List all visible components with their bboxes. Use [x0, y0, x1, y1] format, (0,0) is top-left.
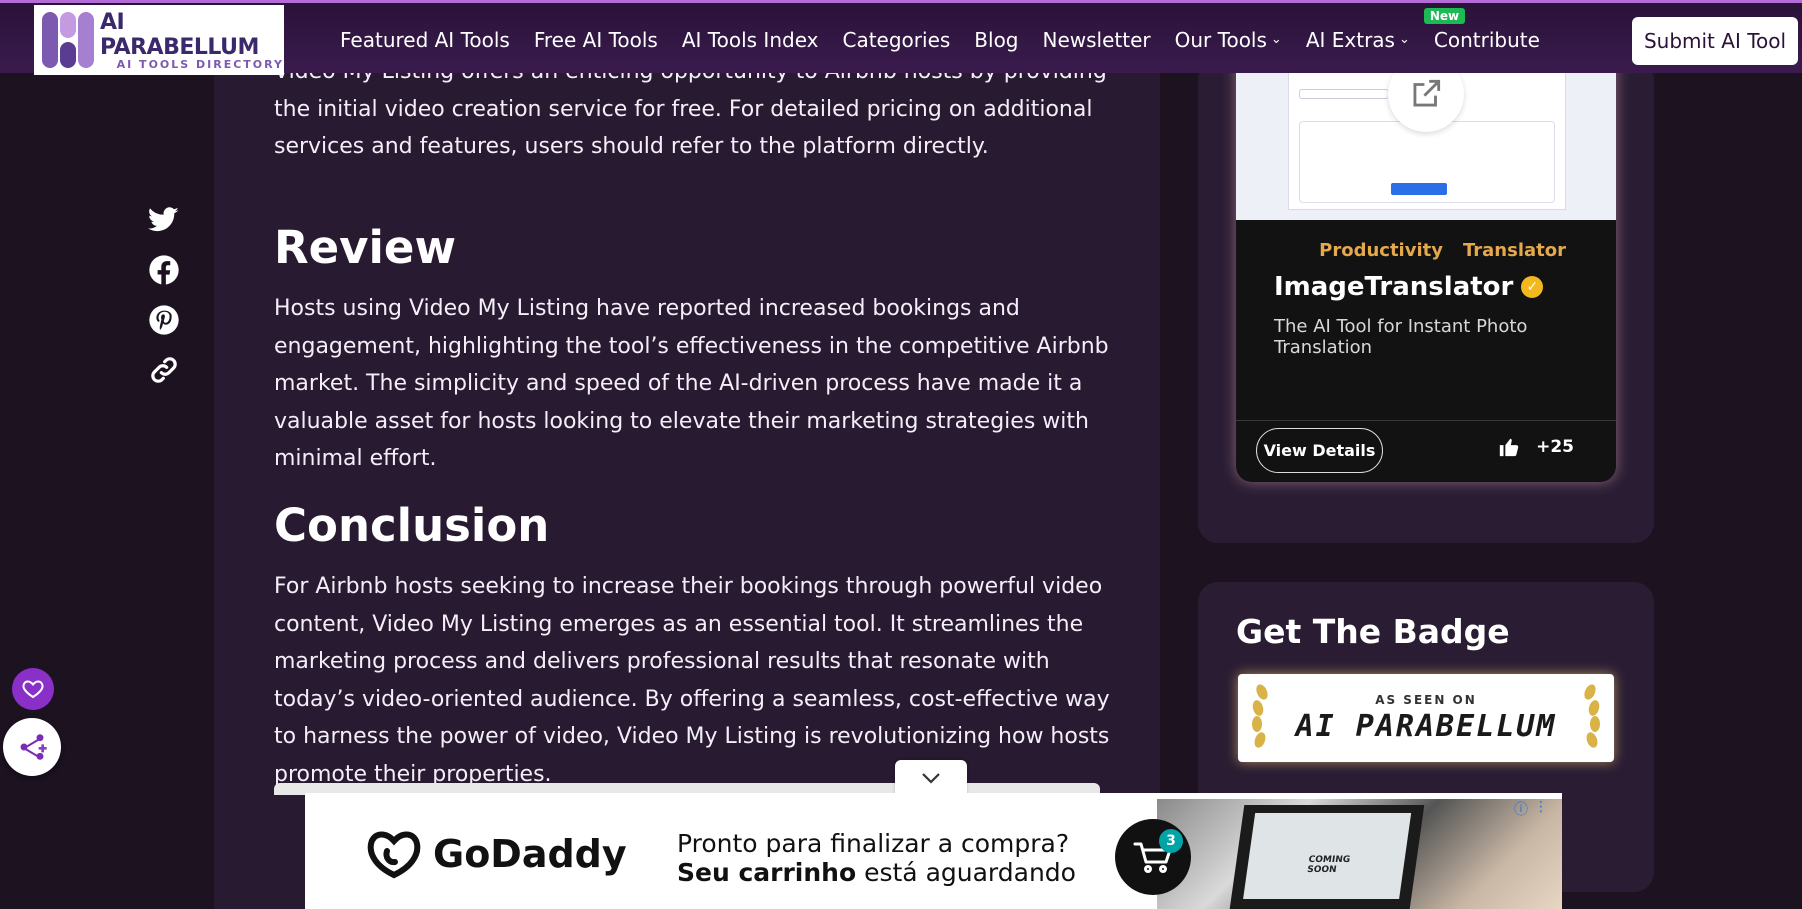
thumbs-up-icon: [1499, 438, 1519, 457]
submit-ai-tool-button[interactable]: Submit AI Tool: [1632, 17, 1798, 65]
nav-ai-tools-index[interactable]: AI Tools Index: [682, 28, 819, 52]
view-details-button[interactable]: View Details: [1256, 428, 1383, 473]
badge-wordmark: AI PARABELLUM: [1295, 708, 1557, 744]
like-count: +25: [1536, 437, 1574, 457]
godaddy-ad-banner[interactable]: GoDaddy Pronto para finalizar a compra? …: [305, 793, 1562, 909]
logo-title: AI PARABELLUM: [99, 9, 259, 60]
godaddy-wordmark: GoDaddy: [433, 832, 627, 876]
chevron-down-icon: ⌄: [1398, 32, 1410, 47]
tool-name-text: ImageTranslator: [1274, 272, 1514, 302]
twitter-icon[interactable]: [148, 204, 180, 236]
nav-categories[interactable]: Categories: [842, 28, 950, 52]
nav-label: Newsletter: [1042, 27, 1151, 52]
nav-label: AI Extras: [1305, 27, 1395, 52]
nav-label: Our Tools: [1174, 27, 1267, 52]
laptop-screen: COMING SOON: [1243, 813, 1412, 899]
laurel-right-icon: [1584, 684, 1600, 748]
share-button[interactable]: [3, 718, 61, 776]
logo-tagline: AI TOOLS DIRECTORY: [116, 57, 284, 71]
nav-label: AI Tools Index: [681, 27, 819, 52]
verified-badge-icon: ✓: [1521, 276, 1544, 298]
nav-ai-extras[interactable]: AI Extras ⌄: [1306, 28, 1410, 52]
pinterest-icon[interactable]: [148, 304, 180, 336]
nav-free-ai-tools[interactable]: Free AI Tools: [534, 28, 658, 52]
logo-mark-icon: [38, 8, 98, 72]
heart-icon: [22, 680, 44, 699]
laptop-image: COMING SOON: [1229, 805, 1425, 909]
link-icon[interactable]: [148, 354, 180, 386]
review-paragraph: Hosts using Video My Listing have report…: [274, 296, 1109, 471]
ad-choices[interactable]: ⓘ ⋮: [1514, 799, 1548, 819]
tool-screenshot: [1236, 60, 1616, 220]
more-options-icon[interactable]: ⋮: [1534, 799, 1548, 819]
ad-copy: Pronto para finalizar a compra? Seu carr…: [677, 829, 1076, 887]
ad-line-2-bold: Seu carrinho: [677, 858, 857, 887]
ad-laptop-photo: COMING SOON: [1157, 799, 1562, 909]
chevron-down-icon: [922, 773, 940, 784]
tag-translator[interactable]: Translator: [1463, 240, 1566, 261]
review-heading: Review: [274, 221, 457, 274]
ad-collapse-toggle[interactable]: [895, 760, 967, 796]
conclusion-paragraph: For Airbnb hosts seeking to increase the…: [274, 574, 1110, 787]
main-nav: Featured AI Tools Free AI Tools AI Tools…: [340, 3, 1564, 76]
nav-newsletter[interactable]: Newsletter: [1043, 28, 1151, 52]
godaddy-logo: GoDaddy: [365, 829, 627, 879]
ad-line-2-rest: está aguardando: [856, 858, 1076, 887]
new-badge: New: [1423, 7, 1466, 24]
nav-featured-ai-tools[interactable]: Featured AI Tools: [340, 28, 510, 52]
ad-line-1: Pronto para finalizar a compra?: [677, 829, 1070, 858]
cart-count-badge: 3: [1159, 829, 1183, 853]
nav-our-tools[interactable]: Our Tools ⌄: [1175, 28, 1282, 52]
like-control[interactable]: +25: [1498, 436, 1574, 458]
nav-blog[interactable]: Blog: [974, 28, 1018, 52]
tag-productivity[interactable]: Productivity: [1319, 240, 1443, 261]
tool-tags: Productivity Translator: [1319, 240, 1566, 261]
card-divider: [1236, 420, 1616, 421]
godaddy-heart-icon: [367, 831, 421, 879]
tool-description: The AI Tool for Instant Photo Translatio…: [1274, 316, 1528, 358]
badge-caption: AS SEEN ON: [1375, 692, 1477, 707]
info-icon[interactable]: ⓘ: [1514, 799, 1528, 819]
chevron-down-icon: ⌄: [1270, 32, 1282, 47]
favorite-button[interactable]: [12, 668, 54, 710]
cart-icon: 3: [1115, 819, 1191, 895]
tool-card[interactable]: Productivity Translator ImageTranslator …: [1236, 60, 1616, 482]
laptop-screen-text: COMING SOON: [1306, 855, 1351, 875]
site-logo[interactable]: AI PARABELLUM AI TOOLS DIRECTORY: [34, 5, 284, 75]
laurel-left-icon: [1252, 684, 1268, 748]
nav-label: Contribute: [1433, 27, 1540, 52]
badge-heading: Get The Badge: [1236, 612, 1510, 651]
social-share-bar: [148, 204, 180, 404]
share-icon: [20, 734, 47, 760]
facebook-icon[interactable]: [148, 254, 180, 286]
nav-label: Free AI Tools: [533, 27, 658, 52]
nav-label: Categories: [842, 27, 951, 52]
tool-name[interactable]: ImageTranslator ✓: [1274, 272, 1544, 302]
top-navbar: AI PARABELLUM AI TOOLS DIRECTORY Feature…: [0, 0, 1802, 76]
nav-label: Blog: [974, 27, 1019, 52]
nav-contribute[interactable]: New Contribute: [1423, 7, 1540, 52]
as-seen-on-badge[interactable]: AS SEEN ON AI PARABELLUM: [1238, 674, 1614, 762]
ad-line-2: Seu carrinho está aguardando: [677, 858, 1076, 887]
nav-label: Featured AI Tools: [340, 27, 510, 52]
conclusion-heading: Conclusion: [274, 499, 550, 552]
